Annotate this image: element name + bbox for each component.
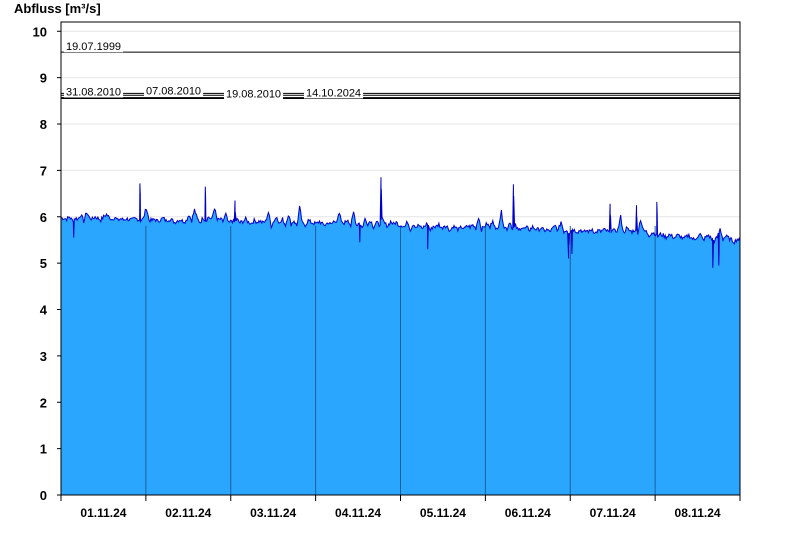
reference-labels: 19.07.1999 31.08.2010 07.08.2010 19.08.2010…: [64, 40, 364, 100]
y-tick-label: 4: [40, 303, 48, 318]
x-tick-label: 07.11.24: [590, 506, 636, 520]
y-tick-label: 1: [40, 442, 47, 457]
x-axis: 01.11.24 02.11.24 03.11.24 04.11.24 05.11.24…: [60, 495, 741, 520]
reference-label: 19.08.2010: [226, 88, 281, 100]
y-tick-label: 9: [40, 71, 47, 86]
x-tick-label: 01.11.24: [80, 506, 126, 520]
y-axis-title: Abfluss [m³/s]: [14, 1, 101, 16]
y-tick-label: 3: [40, 349, 47, 364]
reference-label: 19.07.1999: [66, 41, 121, 53]
x-tick-label: 06.11.24: [505, 506, 551, 520]
y-tick-label: 6: [40, 210, 47, 225]
y-tick-label: 5: [40, 256, 47, 271]
x-tick-label: 03.11.24: [250, 506, 296, 520]
discharge-chart: Abfluss [m³/s] 19.07.1999 31.08.2010 07.08…: [14, 1, 741, 520]
x-tick-label: 05.11.24: [420, 506, 466, 520]
y-tick-label: 8: [40, 117, 47, 132]
x-tick-label: 04.11.24: [335, 506, 381, 520]
x-tick-label: 08.11.24: [675, 506, 721, 520]
x-tick-label: 02.11.24: [165, 506, 211, 520]
reference-label: 31.08.2010: [66, 87, 121, 99]
y-tick-label: 7: [40, 163, 47, 178]
reference-label: 14.10.2024: [306, 87, 361, 99]
y-tick-label: 10: [33, 24, 47, 39]
y-tick-label: 2: [40, 395, 47, 410]
y-axis: 0 1 2 3 4 5 6 7 8 9 10: [33, 24, 61, 503]
y-tick-label: 0: [40, 488, 47, 503]
reference-label: 07.08.2010: [146, 86, 201, 98]
